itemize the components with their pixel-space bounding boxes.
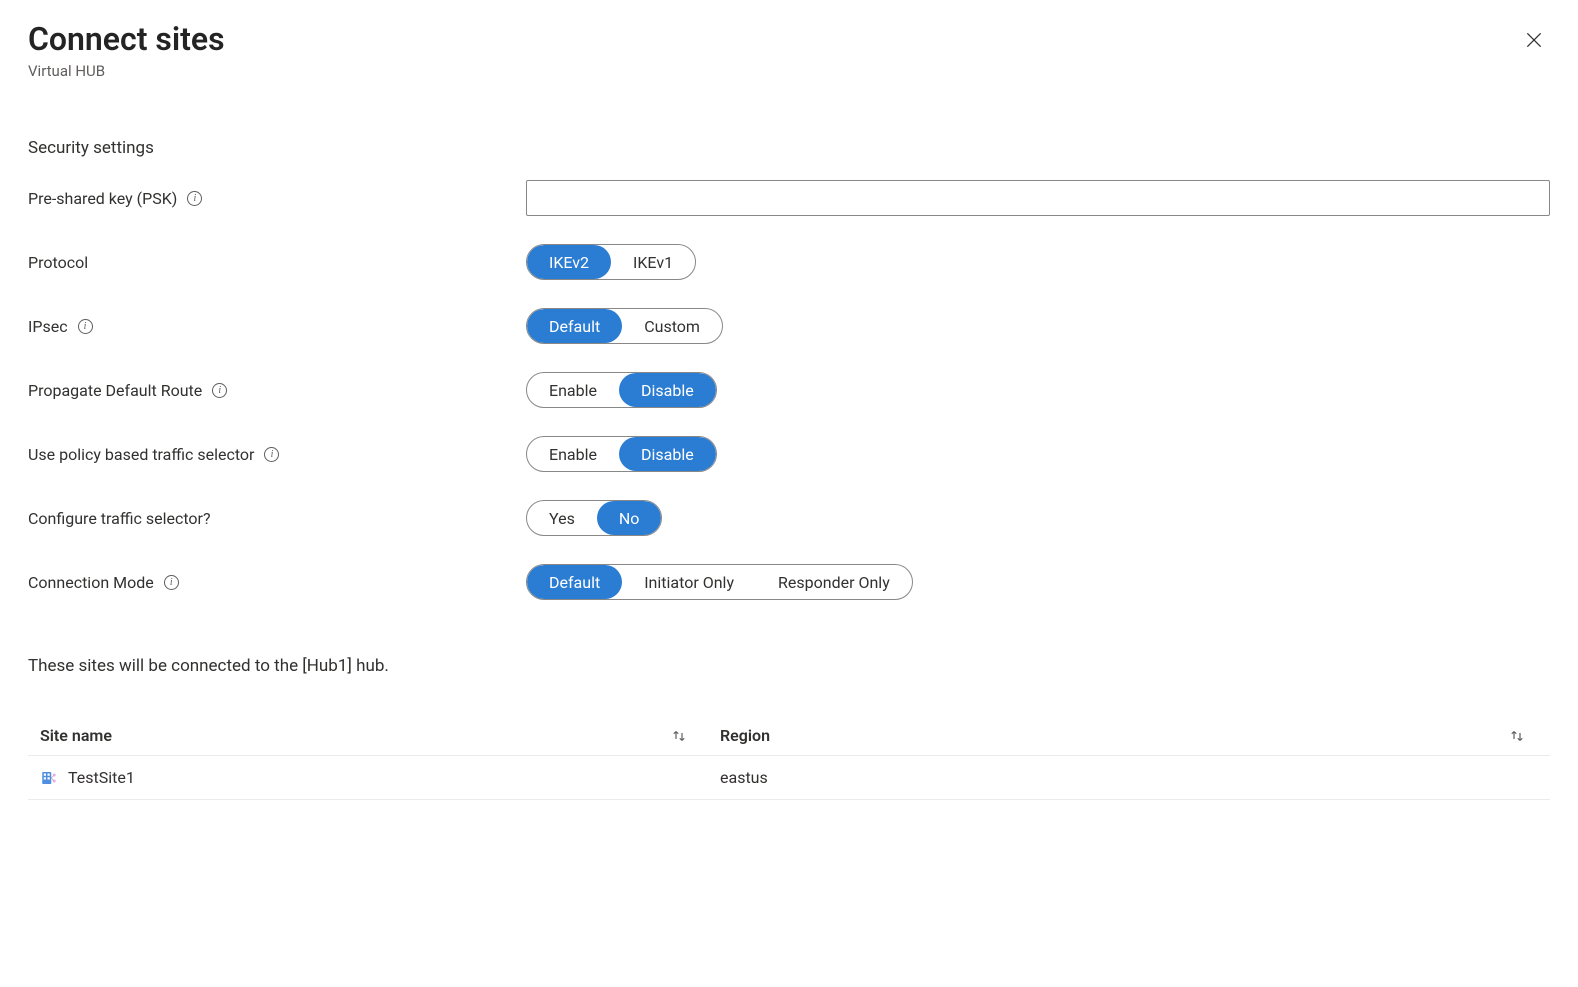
- propagate-enable[interactable]: Enable: [527, 373, 619, 407]
- info-icon[interactable]: i: [187, 191, 202, 206]
- info-icon[interactable]: i: [78, 319, 93, 334]
- ipsec-custom[interactable]: Custom: [622, 309, 722, 343]
- connmode-initiator[interactable]: Initiator Only: [622, 565, 756, 599]
- protocol-ikev1[interactable]: IKEv1: [611, 245, 695, 279]
- header-region[interactable]: Region: [720, 726, 770, 745]
- label-connmode: Connection Mode: [28, 573, 154, 592]
- sort-icon[interactable]: [670, 727, 688, 745]
- psk-input[interactable]: [526, 180, 1550, 216]
- label-ipsec: IPsec: [28, 317, 68, 336]
- info-icon[interactable]: i: [212, 383, 227, 398]
- label-policy: Use policy based traffic selector: [28, 445, 254, 464]
- configure-toggle: Yes No: [526, 500, 662, 536]
- section-security-settings: Security settings: [28, 138, 1550, 158]
- table-row[interactable]: TestSite1 eastus: [28, 756, 1550, 800]
- policy-enable[interactable]: Enable: [527, 437, 619, 471]
- label-propagate: Propagate Default Route: [28, 381, 202, 400]
- sort-icon[interactable]: [1508, 727, 1526, 745]
- header-site-name[interactable]: Site name: [40, 726, 112, 745]
- configure-yes[interactable]: Yes: [527, 501, 597, 535]
- close-icon: [1524, 30, 1544, 50]
- protocol-ikev2[interactable]: IKEv2: [527, 245, 611, 279]
- ipsec-toggle: Default Custom: [526, 308, 723, 344]
- page-title: Connect sites: [28, 20, 225, 58]
- connmode-toggle: Default Initiator Only Responder Only: [526, 564, 913, 600]
- propagate-toggle: Enable Disable: [526, 372, 717, 408]
- label-protocol: Protocol: [28, 253, 88, 272]
- connmode-responder[interactable]: Responder Only: [756, 565, 912, 599]
- connect-hub-text: These sites will be connected to the [Hu…: [28, 656, 1550, 676]
- propagate-disable[interactable]: Disable: [619, 373, 716, 407]
- site-icon: [40, 769, 58, 787]
- info-icon[interactable]: i: [264, 447, 279, 462]
- connmode-default[interactable]: Default: [527, 565, 622, 599]
- policy-disable[interactable]: Disable: [619, 437, 716, 471]
- site-name-cell: TestSite1: [68, 768, 135, 787]
- ipsec-default[interactable]: Default: [527, 309, 622, 343]
- policy-toggle: Enable Disable: [526, 436, 717, 472]
- close-button[interactable]: [1518, 24, 1550, 59]
- label-psk: Pre-shared key (PSK): [28, 189, 177, 208]
- label-configure: Configure traffic selector?: [28, 509, 211, 528]
- region-cell: eastus: [720, 768, 1538, 787]
- page-subtitle: Virtual HUB: [28, 62, 225, 80]
- table-header: Site name Region: [28, 716, 1550, 756]
- configure-no[interactable]: No: [597, 501, 662, 535]
- info-icon[interactable]: i: [164, 575, 179, 590]
- protocol-toggle: IKEv2 IKEv1: [526, 244, 696, 280]
